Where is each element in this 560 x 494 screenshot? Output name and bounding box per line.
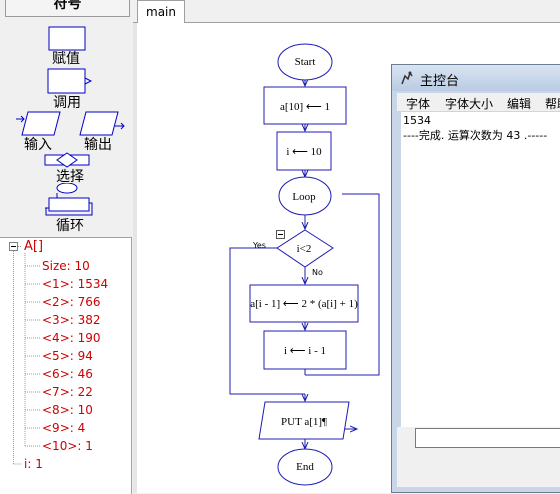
console-line: ----完成. 运算次数为 43 .----- <box>403 129 548 142</box>
variable-tree: A[] Size: 10 <1>: 1534 <2>: 766 <3>: 382… <box>0 237 132 494</box>
assign2-text: i ⟵ 10 <box>286 146 322 158</box>
tab-bar: main <box>133 0 560 23</box>
yes-label: Yes <box>252 241 266 250</box>
tree-item[interactable]: <5>: 94 <box>42 349 93 363</box>
cond-text: i<2 <box>297 243 312 255</box>
menu-edit[interactable]: 编辑 <box>507 95 531 112</box>
tree-item[interactable]: <8>: 10 <box>42 403 93 417</box>
tree-item[interactable]: <4>: 190 <box>42 331 101 345</box>
call-label: 调用 <box>53 95 81 111</box>
tree-item[interactable]: <6>: 46 <box>42 367 93 381</box>
end-text: End <box>296 461 314 473</box>
start-text: Start <box>295 56 316 68</box>
loop-symbol-icon[interactable] <box>44 183 94 217</box>
console-titlebar[interactable]: 主控台 <box>392 65 560 91</box>
tree-var-i[interactable]: i: 1 <box>24 457 43 471</box>
console-line: 1534 <box>403 114 431 127</box>
tree-root-array[interactable]: A[] <box>24 240 43 254</box>
console-menubar: 字体 字体大小 编辑 帮助 <box>397 93 560 111</box>
tab-main[interactable]: main <box>137 0 185 23</box>
tree-item[interactable]: <7>: 22 <box>42 385 93 399</box>
tree-item[interactable]: <9>: 4 <box>42 421 85 435</box>
console-input-field[interactable] <box>415 428 560 448</box>
loop-text: Loop <box>292 191 316 203</box>
tree-item[interactable]: <3>: 382 <box>42 313 101 327</box>
assign3-text: a[i - 1] ⟵ 2 * (a[i] + 1) <box>250 298 358 310</box>
output-label: 输出 <box>84 137 112 153</box>
assign-label: 赋值 <box>52 51 80 67</box>
console-title: 主控台 <box>420 74 460 89</box>
output-text: PUT a[1]¶ <box>281 416 327 428</box>
no-label: No <box>312 268 323 277</box>
menu-help[interactable]: 帮助 <box>545 95 560 112</box>
console-window[interactable]: 主控台 字体 字体大小 编辑 帮助 1534 ----完成. 运算次数为 43 … <box>391 64 560 493</box>
tree-item[interactable]: Size: 10 <box>42 259 90 273</box>
input-label: 输入 <box>24 137 52 153</box>
console-output: 1534 ----完成. 运算次数为 43 .----- <box>397 112 560 427</box>
tree-item[interactable]: <10>: 1 <box>42 439 93 453</box>
symbol-palette: 符号 赋值 调用 输入 输出 选择 循环 <box>0 0 134 237</box>
app-icon <box>401 71 413 85</box>
menu-font[interactable]: 字体 <box>406 95 430 112</box>
menu-font-size[interactable]: 字体大小 <box>445 95 493 112</box>
palette-header: 符号 <box>5 0 130 17</box>
loop-label: 循环 <box>56 218 84 234</box>
assign1-text: a[10] ⟵ 1 <box>280 101 330 113</box>
tree-item[interactable]: <2>: 766 <box>42 295 101 309</box>
tree-item[interactable]: <1>: 1534 <box>42 277 108 291</box>
assign4-text: i ⟵ i - 1 <box>284 345 326 357</box>
console-body-edge <box>397 112 401 427</box>
